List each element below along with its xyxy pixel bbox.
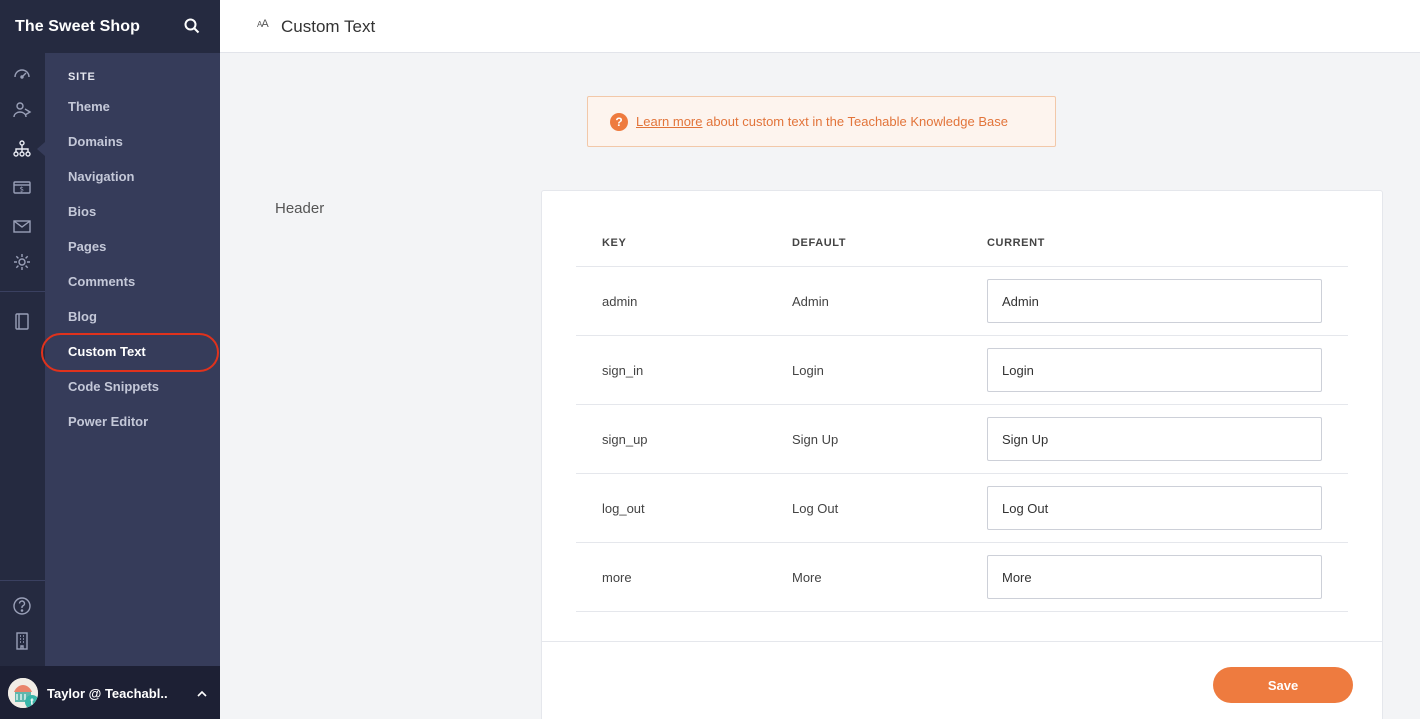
default-cell: Admin xyxy=(792,294,829,309)
card-footer-divider xyxy=(542,641,1382,642)
user-name: Taylor @ Teachabl.. xyxy=(47,686,168,701)
default-cell: Log Out xyxy=(792,501,839,516)
highlight-annotation xyxy=(41,333,219,372)
key-cell: more xyxy=(602,570,632,585)
key-cell: log_out xyxy=(602,501,645,516)
banner-text: about custom text in the Teachable Knowl… xyxy=(702,114,1008,129)
users-icon[interactable] xyxy=(11,99,33,121)
text-size-icon: AA xyxy=(257,18,269,30)
subnav-item-code-snippets[interactable]: Code Snippets xyxy=(68,379,159,394)
current-input-log-out[interactable] xyxy=(987,486,1322,530)
avatar: t xyxy=(8,678,38,708)
key-cell: sign_in xyxy=(602,363,644,378)
subnav-item-comments[interactable]: Comments xyxy=(68,274,135,289)
column-header-current: CURRENT xyxy=(987,237,1045,249)
section-title: Header xyxy=(275,200,325,217)
banner-message: Learn more about custom text in the Teac… xyxy=(636,114,1008,129)
subnav-item-blog[interactable]: Blog xyxy=(68,309,97,324)
settings-icon[interactable] xyxy=(11,251,33,273)
learn-more-link[interactable]: Learn more xyxy=(636,114,702,129)
school-badge: t xyxy=(25,695,38,708)
sales-icon[interactable]: $ xyxy=(11,176,33,198)
custom-text-card: KEY DEFAULT CURRENT admin Admin sign_in … xyxy=(541,190,1383,719)
subnav-item-navigation[interactable]: Navigation xyxy=(68,169,134,184)
table-row: log_out Log Out xyxy=(576,474,1348,543)
school-name: The Sweet Shop xyxy=(15,17,140,35)
subnav-item-pages[interactable]: Pages xyxy=(68,239,106,254)
column-header-default: DEFAULT xyxy=(792,237,847,249)
question-icon: ? xyxy=(610,112,628,131)
svg-text:$: $ xyxy=(20,186,24,194)
rail-divider xyxy=(0,291,45,292)
current-input-sign-in[interactable] xyxy=(987,348,1322,392)
table-row: admin Admin xyxy=(576,267,1348,336)
building-icon[interactable] xyxy=(11,630,33,652)
table-row: more More xyxy=(576,543,1348,612)
user-menu[interactable]: t Taylor @ Teachabl.. xyxy=(0,666,220,719)
default-cell: More xyxy=(792,570,822,585)
rail-divider-bottom xyxy=(0,580,45,581)
courses-icon[interactable] xyxy=(11,310,33,332)
table-row: sign_up Sign Up xyxy=(576,405,1348,474)
dashboard-icon[interactable] xyxy=(11,62,33,84)
current-input-more[interactable] xyxy=(987,555,1322,599)
chevron-up-icon[interactable] xyxy=(196,687,208,699)
table-row: sign_in Login xyxy=(576,336,1348,405)
site-icon[interactable] xyxy=(11,138,33,160)
help-icon[interactable] xyxy=(11,595,33,617)
active-indicator xyxy=(37,142,45,156)
page-header: AA Custom Text xyxy=(220,0,1420,53)
subnav-item-bios[interactable]: Bios xyxy=(68,204,96,219)
icon-rail: $ xyxy=(0,0,45,719)
page-title: Custom Text xyxy=(281,17,376,36)
default-cell: Login xyxy=(792,363,824,378)
column-header-key: KEY xyxy=(602,237,627,249)
search-icon[interactable] xyxy=(184,18,200,34)
current-input-admin[interactable] xyxy=(987,279,1322,323)
default-cell: Sign Up xyxy=(792,432,839,447)
info-banner: ? Learn more about custom text in the Te… xyxy=(587,96,1056,147)
save-button[interactable]: Save xyxy=(1213,667,1353,703)
brand-header: The Sweet Shop xyxy=(0,0,220,53)
current-input-sign-up[interactable] xyxy=(987,417,1322,461)
subnav-heading: SITE xyxy=(68,71,96,83)
key-cell: sign_up xyxy=(602,432,648,447)
subnav-item-power-editor[interactable]: Power Editor xyxy=(68,414,148,429)
subnav-item-domains[interactable]: Domains xyxy=(68,134,123,149)
email-icon[interactable] xyxy=(11,215,33,237)
key-cell: admin xyxy=(602,294,638,309)
subnav-item-theme[interactable]: Theme xyxy=(68,99,110,114)
